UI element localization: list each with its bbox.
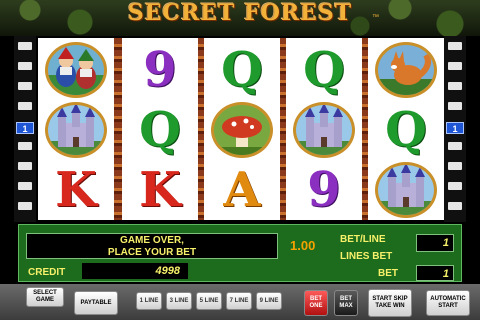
symbol-nine: 9 bbox=[286, 160, 362, 220]
reel-4: Q 9 bbox=[286, 38, 362, 220]
bet-label: BET bbox=[378, 268, 398, 279]
reel-symbol-letter: Q bbox=[221, 42, 263, 98]
trademark-mark: ™ bbox=[372, 14, 379, 21]
reel-symbol-letter: Q bbox=[303, 42, 345, 98]
bet-per-line-value: 1.00 bbox=[290, 238, 316, 253]
symbol-castle bbox=[368, 160, 444, 220]
symbol-gnomes bbox=[38, 40, 114, 100]
reel-symbol-letter: K bbox=[139, 162, 181, 218]
symbol-q: Q bbox=[204, 40, 280, 100]
strip-hole bbox=[18, 62, 32, 70]
lines-bet-label: LINES BET bbox=[340, 251, 393, 262]
strip-hole bbox=[18, 142, 32, 150]
bet-line-label: BET/LINE bbox=[340, 234, 386, 245]
strip-hole bbox=[448, 162, 462, 170]
symbol-q: Q bbox=[286, 40, 362, 100]
line-1-button[interactable]: 1 LINE bbox=[136, 292, 162, 310]
reel-symbol-letter: K bbox=[55, 162, 97, 218]
strip-hole bbox=[448, 202, 462, 210]
strip-hole bbox=[18, 102, 32, 110]
castle-icon bbox=[45, 102, 107, 158]
reels-area: K 9 Q K Q A Q 9 Q bbox=[38, 38, 444, 220]
right-line-indicator[interactable]: 1 bbox=[446, 122, 464, 134]
strip-hole bbox=[448, 42, 462, 50]
reel-symbol-letter: Q bbox=[139, 102, 181, 158]
top-banner: SECRET FOREST ™ bbox=[0, 0, 480, 36]
bet-line-display: 1 bbox=[416, 234, 454, 252]
strip-hole bbox=[18, 82, 32, 90]
reel-1: K bbox=[38, 38, 114, 220]
gnomes-icon bbox=[45, 42, 107, 98]
strip-hole bbox=[448, 142, 462, 150]
credit-label: CREDIT bbox=[28, 267, 66, 278]
symbol-nine: 9 bbox=[122, 40, 198, 100]
castle-icon bbox=[375, 162, 437, 218]
strip-hole bbox=[18, 202, 32, 210]
symbol-castle bbox=[286, 100, 362, 160]
strip-hole bbox=[18, 42, 32, 50]
line-9-button[interactable]: 9 LINE bbox=[256, 292, 282, 310]
paytable-button[interactable]: PAYTABLE bbox=[74, 291, 118, 315]
symbol-k: K bbox=[122, 160, 198, 220]
reel-symbol-letter: Q bbox=[385, 102, 427, 158]
reel-5: Q bbox=[368, 38, 444, 220]
reel-3: Q A bbox=[204, 38, 280, 220]
symbol-mushroom bbox=[204, 100, 280, 160]
symbol-castle bbox=[38, 100, 114, 160]
message-line-2: PLACE YOUR BET bbox=[107, 247, 197, 258]
left-line-indicator[interactable]: 1 bbox=[16, 122, 34, 134]
reel-symbol-letter: A bbox=[223, 162, 261, 218]
strip-hole bbox=[448, 182, 462, 190]
game-title: SECRET FOREST bbox=[127, 0, 353, 26]
select-game-button[interactable]: SELECT GAME bbox=[26, 287, 64, 307]
mushroom-icon bbox=[211, 102, 273, 158]
strip-hole bbox=[448, 62, 462, 70]
message-line-1: GAME OVER, bbox=[120, 235, 184, 246]
line-7-button[interactable]: 7 LINE bbox=[226, 292, 252, 310]
symbol-q: Q bbox=[122, 100, 198, 160]
line-5-button[interactable]: 5 LINE bbox=[196, 292, 222, 310]
reel-2: 9 Q K bbox=[122, 38, 198, 220]
reel-symbol-letter: 9 bbox=[307, 162, 341, 218]
reel-separator bbox=[114, 38, 122, 220]
strip-hole bbox=[448, 102, 462, 110]
strip-hole bbox=[18, 182, 32, 190]
strip-hole bbox=[448, 82, 462, 90]
credit-display: 4998 bbox=[82, 263, 188, 279]
fox-icon bbox=[375, 42, 437, 98]
reel-symbol-letter: 9 bbox=[143, 42, 177, 98]
start-button[interactable]: START SKIP TAKE WIN bbox=[368, 289, 412, 317]
symbol-q: Q bbox=[368, 100, 444, 160]
symbol-k: K bbox=[38, 160, 114, 220]
bet-max-button[interactable]: BET MAX bbox=[334, 290, 358, 316]
automatic-start-button[interactable]: AUTOMATIC START bbox=[426, 290, 470, 316]
strip-hole bbox=[18, 162, 32, 170]
symbol-fox bbox=[368, 40, 444, 100]
bet-one-button[interactable]: BET ONE bbox=[304, 290, 328, 316]
castle-icon bbox=[293, 102, 355, 158]
bet-display: 1 bbox=[416, 265, 454, 281]
game-message-display: GAME OVER, PLACE YOUR BET bbox=[26, 233, 278, 259]
symbol-a: A bbox=[204, 160, 280, 220]
line-3-button[interactable]: 3 LINE bbox=[166, 292, 192, 310]
